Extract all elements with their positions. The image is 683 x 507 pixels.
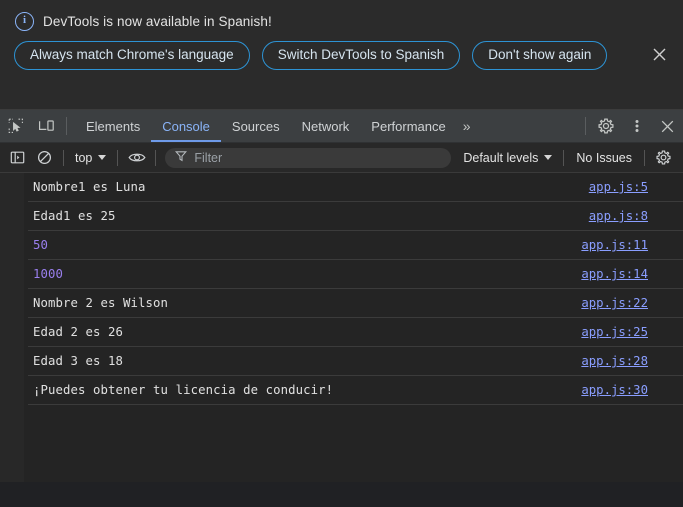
- close-devtools-icon[interactable]: [652, 110, 683, 142]
- issues-counter[interactable]: No Issues: [569, 151, 639, 165]
- console-message-source-link[interactable]: app.js:5: [589, 180, 648, 194]
- always-match-chrome-language-button[interactable]: Always match Chrome's language: [14, 41, 250, 70]
- console-message-source-link[interactable]: app.js:11: [581, 238, 648, 252]
- info-circle-icon: i: [15, 12, 34, 31]
- console-toolbar: top Filter Default levels No Issues: [0, 143, 683, 173]
- console-message-row[interactable]: Nombre1 es Luna app.js:5: [28, 173, 683, 202]
- tab-elements[interactable]: Elements: [75, 110, 151, 142]
- console-message-row[interactable]: Nombre 2 es Wilson app.js:22: [28, 289, 683, 318]
- console-message-row[interactable]: 50 app.js:11: [28, 231, 683, 260]
- console-message-text: Nombre 2 es Wilson: [33, 296, 169, 310]
- console-message-text: Edad 2 es 26: [33, 325, 124, 339]
- execution-context-label: top: [75, 150, 93, 165]
- console-message-source-link[interactable]: app.js:8: [589, 209, 648, 223]
- tab-console[interactable]: Console: [151, 110, 221, 142]
- language-notification-banner: i DevTools is now available in Spanish! …: [0, 0, 683, 110]
- chevron-down-icon: [98, 155, 107, 160]
- inspect-element-icon[interactable]: [0, 110, 31, 142]
- banner-message: DevTools is now available in Spanish!: [43, 14, 272, 29]
- console-message-source-link[interactable]: app.js:22: [581, 296, 648, 310]
- console-filter-input[interactable]: Filter: [165, 147, 452, 168]
- tab-sources[interactable]: Sources: [221, 110, 291, 142]
- console-toolbar-divider-3: [155, 149, 157, 166]
- more-options-icon[interactable]: [621, 110, 652, 142]
- device-toolbar-icon[interactable]: [31, 110, 62, 142]
- console-settings-gear-icon[interactable]: [650, 145, 677, 171]
- console-toolbar-divider-4: [563, 149, 565, 166]
- console-message-row[interactable]: ¡Puedes obtener tu licencia de conducir!…: [28, 376, 683, 405]
- tab-performance[interactable]: Performance: [360, 110, 456, 142]
- console-message-list[interactable]: Nombre1 es Luna app.js:5 Edad1 es 25 app…: [0, 173, 683, 482]
- console-message-text: 1000: [33, 267, 64, 281]
- console-message-row[interactable]: 1000 app.js:14: [28, 260, 683, 289]
- console-message-text: Edad1 es 25: [33, 209, 116, 223]
- switch-devtools-to-spanish-button[interactable]: Switch DevTools to Spanish: [261, 41, 461, 70]
- console-message-row[interactable]: Edad 3 es 18 app.js:28: [28, 347, 683, 376]
- log-levels-label: Default levels: [463, 150, 539, 165]
- banner-close-icon[interactable]: [646, 41, 672, 67]
- tabbar-divider-left: [66, 117, 67, 135]
- console-toolbar-divider-1: [63, 149, 64, 166]
- tabbar-right-actions: [581, 110, 683, 142]
- banner-action-buttons: Always match Chrome's language Switch De…: [12, 41, 624, 70]
- chevron-down-icon-levels: [544, 155, 553, 160]
- console-message-source-link[interactable]: app.js:25: [581, 325, 648, 339]
- tab-network[interactable]: Network: [291, 110, 361, 142]
- console-prompt[interactable]: ›: [14, 405, 683, 433]
- console-message-row[interactable]: Edad1 es 25 app.js:8: [28, 202, 683, 231]
- console-toolbar-divider-5: [644, 149, 645, 166]
- console-message-source-link[interactable]: app.js:14: [581, 267, 648, 281]
- banner-message-row: i DevTools is now available in Spanish!: [12, 10, 671, 31]
- more-tabs-chevron-icon[interactable]: »: [457, 110, 479, 142]
- console-message-source-link[interactable]: app.js:28: [581, 354, 648, 368]
- devtools-tab-bar: Elements Console Sources Network Perform…: [0, 110, 683, 143]
- log-levels-dropdown[interactable]: Default levels: [457, 151, 558, 165]
- console-message-text: 50: [33, 238, 49, 252]
- dont-show-again-button[interactable]: Don't show again: [472, 41, 608, 70]
- devtools-panel-tabs: Elements Console Sources Network Perform…: [75, 110, 479, 142]
- live-expression-eye-icon[interactable]: [123, 145, 150, 171]
- filter-funnel-icon: [175, 150, 188, 165]
- console-message-source-link[interactable]: app.js:30: [581, 383, 648, 397]
- console-message-row[interactable]: Edad 2 es 26 app.js:25: [28, 318, 683, 347]
- clear-console-icon[interactable]: [31, 145, 58, 171]
- tabbar-divider-right: [585, 117, 586, 135]
- console-sidebar-icon[interactable]: [4, 145, 31, 171]
- console-message-text: Nombre1 es Luna: [33, 180, 146, 194]
- console-message-text: Edad 3 es 18: [33, 354, 124, 368]
- execution-context-dropdown[interactable]: top: [69, 151, 112, 165]
- filter-placeholder: Filter: [194, 150, 223, 165]
- gear-icon[interactable]: [590, 110, 621, 142]
- console-gutter: [0, 173, 24, 482]
- console-message-text: ¡Puedes obtener tu licencia de conducir!: [33, 383, 334, 397]
- console-toolbar-divider-2: [117, 149, 119, 166]
